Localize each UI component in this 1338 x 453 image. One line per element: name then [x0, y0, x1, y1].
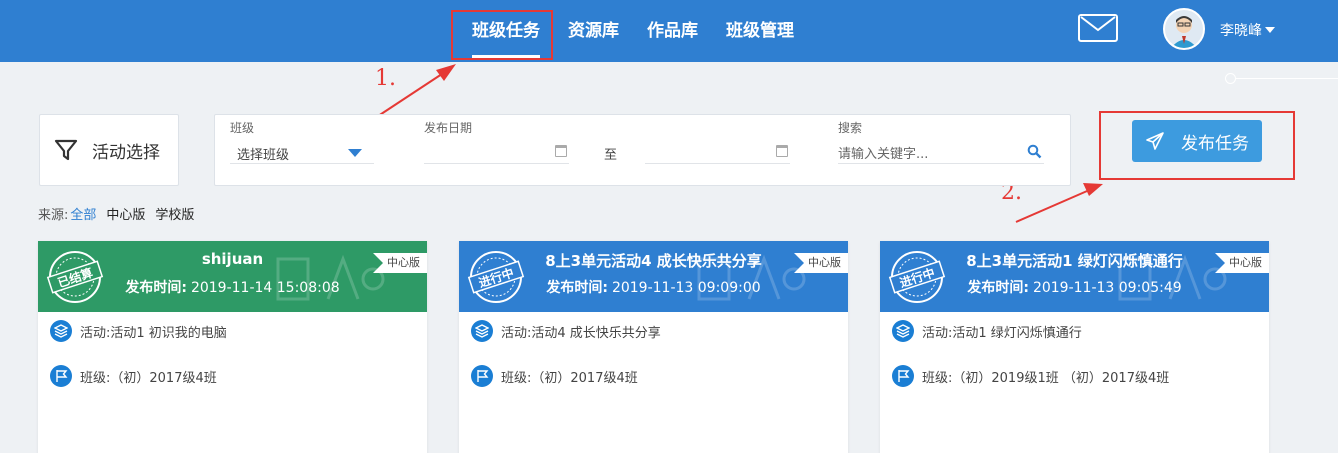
class-select-underline — [230, 163, 374, 164]
source-filter: 来源: 全部 中心版 学校版 — [38, 204, 204, 223]
task-card-class: 班级: （初）2017级4班 — [471, 365, 638, 387]
send-icon — [1146, 132, 1164, 150]
annotation-step-1: 1. — [375, 66, 396, 91]
source-label: 来源: — [38, 208, 69, 223]
layers-icon — [50, 320, 72, 342]
task-card[interactable]: shijuan 发布时间: 2019-11-14 15:08:08 中心版 已结算… — [38, 241, 427, 453]
activity-label: 活动: — [501, 325, 532, 341]
layers-icon — [892, 320, 914, 342]
publish-task-button[interactable]: 发布任务 — [1132, 120, 1262, 162]
task-card[interactable]: 8上3单元活动1 绿灯闪烁慎通行 发布时间: 2019-11-13 09:05:4… — [880, 241, 1269, 453]
task-card-class: 班级: （初）2019级1班 （初）2017级4班 — [892, 365, 1169, 387]
task-card-header: 8上3单元活动1 绿灯闪烁慎通行 发布时间: 2019-11-13 09:05:4… — [880, 241, 1269, 312]
flag-icon — [50, 365, 72, 387]
activity-filter-label: 活动选择 — [92, 142, 160, 163]
class-label: 班级 — [230, 121, 255, 135]
end-date-input[interactable] — [645, 137, 790, 165]
class-label: 班级: — [80, 370, 111, 386]
start-date-input[interactable] — [424, 137, 569, 165]
publish-date-label: 发布日期 — [424, 121, 473, 135]
task-card-header: shijuan 发布时间: 2019-11-14 15:08:08 中心版 已结算 — [38, 241, 427, 312]
class-value: （初）2017级4班 — [531, 370, 638, 386]
date-separator: 至 — [604, 148, 618, 163]
activity-label: 活动: — [922, 325, 953, 341]
class-select-value: 选择班级 — [237, 148, 290, 163]
source-option-center[interactable]: 中心版 — [106, 204, 145, 223]
publish-task-label: 发布任务 — [1181, 133, 1249, 154]
decorative-dot — [1225, 73, 1236, 84]
status-stamp: 已结算 — [46, 251, 104, 303]
task-card-activity: 活动: 活动1 绿灯闪烁慎通行 — [892, 320, 1082, 342]
end-date-underline — [645, 163, 790, 164]
activity-value: 活动4 成长快乐共分享 — [531, 325, 661, 341]
status-stamp: 进行中 — [467, 251, 525, 303]
time-value: 2019-11-14 15:08:08 — [190, 280, 340, 296]
source-option-school[interactable]: 学校版 — [155, 204, 194, 223]
search-underline — [838, 163, 1044, 164]
calendar-icon — [776, 145, 788, 157]
search-placeholder: 请输入关键字... — [838, 147, 929, 162]
task-card[interactable]: 8上3单元活动4 成长快乐共分享 发布时间: 2019-11-13 09:09:0… — [459, 241, 848, 453]
class-label: 班级: — [922, 370, 953, 386]
filter-panel: 班级 选择班级 发布日期 至 搜索 请输入关键字... — [214, 114, 1071, 186]
task-card-class: 班级: （初）2017级4班 — [50, 365, 217, 387]
activity-value: 活动1 绿灯闪烁慎通行 — [952, 325, 1082, 341]
calendar-icon — [555, 145, 567, 157]
search-input[interactable]: 请输入关键字... — [838, 137, 1044, 165]
time-label: 发布时间: — [125, 280, 187, 296]
search-icon[interactable] — [1027, 144, 1042, 159]
class-value: （初）2019级1班 （初）2017级4班 — [952, 370, 1170, 386]
time-value: 2019-11-13 09:05:49 — [1032, 280, 1182, 296]
flag-icon — [892, 365, 914, 387]
time-label: 发布时间: — [967, 280, 1029, 296]
task-card-activity: 活动: 活动1 初识我的电脑 — [50, 320, 227, 342]
class-select[interactable]: 选择班级 — [230, 137, 374, 165]
activity-label: 活动: — [80, 325, 111, 341]
time-label: 发布时间: — [546, 280, 608, 296]
task-card-activity: 活动: 活动4 成长快乐共分享 — [471, 320, 661, 342]
search-label: 搜索 — [838, 121, 863, 135]
class-value: （初）2017级4班 — [110, 370, 217, 386]
decorative-line — [1230, 78, 1338, 79]
task-card-header: 8上3单元活动4 成长快乐共分享 发布时间: 2019-11-13 09:09:0… — [459, 241, 848, 312]
class-label: 班级: — [501, 370, 532, 386]
activity-filter-button[interactable]: 活动选择 — [39, 114, 179, 186]
flag-icon — [471, 365, 493, 387]
source-option-all[interactable]: 全部 — [70, 204, 96, 223]
time-value: 2019-11-13 09:09:00 — [611, 280, 761, 296]
start-date-underline — [424, 163, 569, 164]
layers-icon — [471, 320, 493, 342]
activity-value: 活动1 初识我的电脑 — [110, 325, 227, 341]
status-stamp: 进行中 — [888, 251, 946, 303]
filter-icon — [54, 139, 78, 161]
chevron-down-icon — [348, 149, 362, 157]
